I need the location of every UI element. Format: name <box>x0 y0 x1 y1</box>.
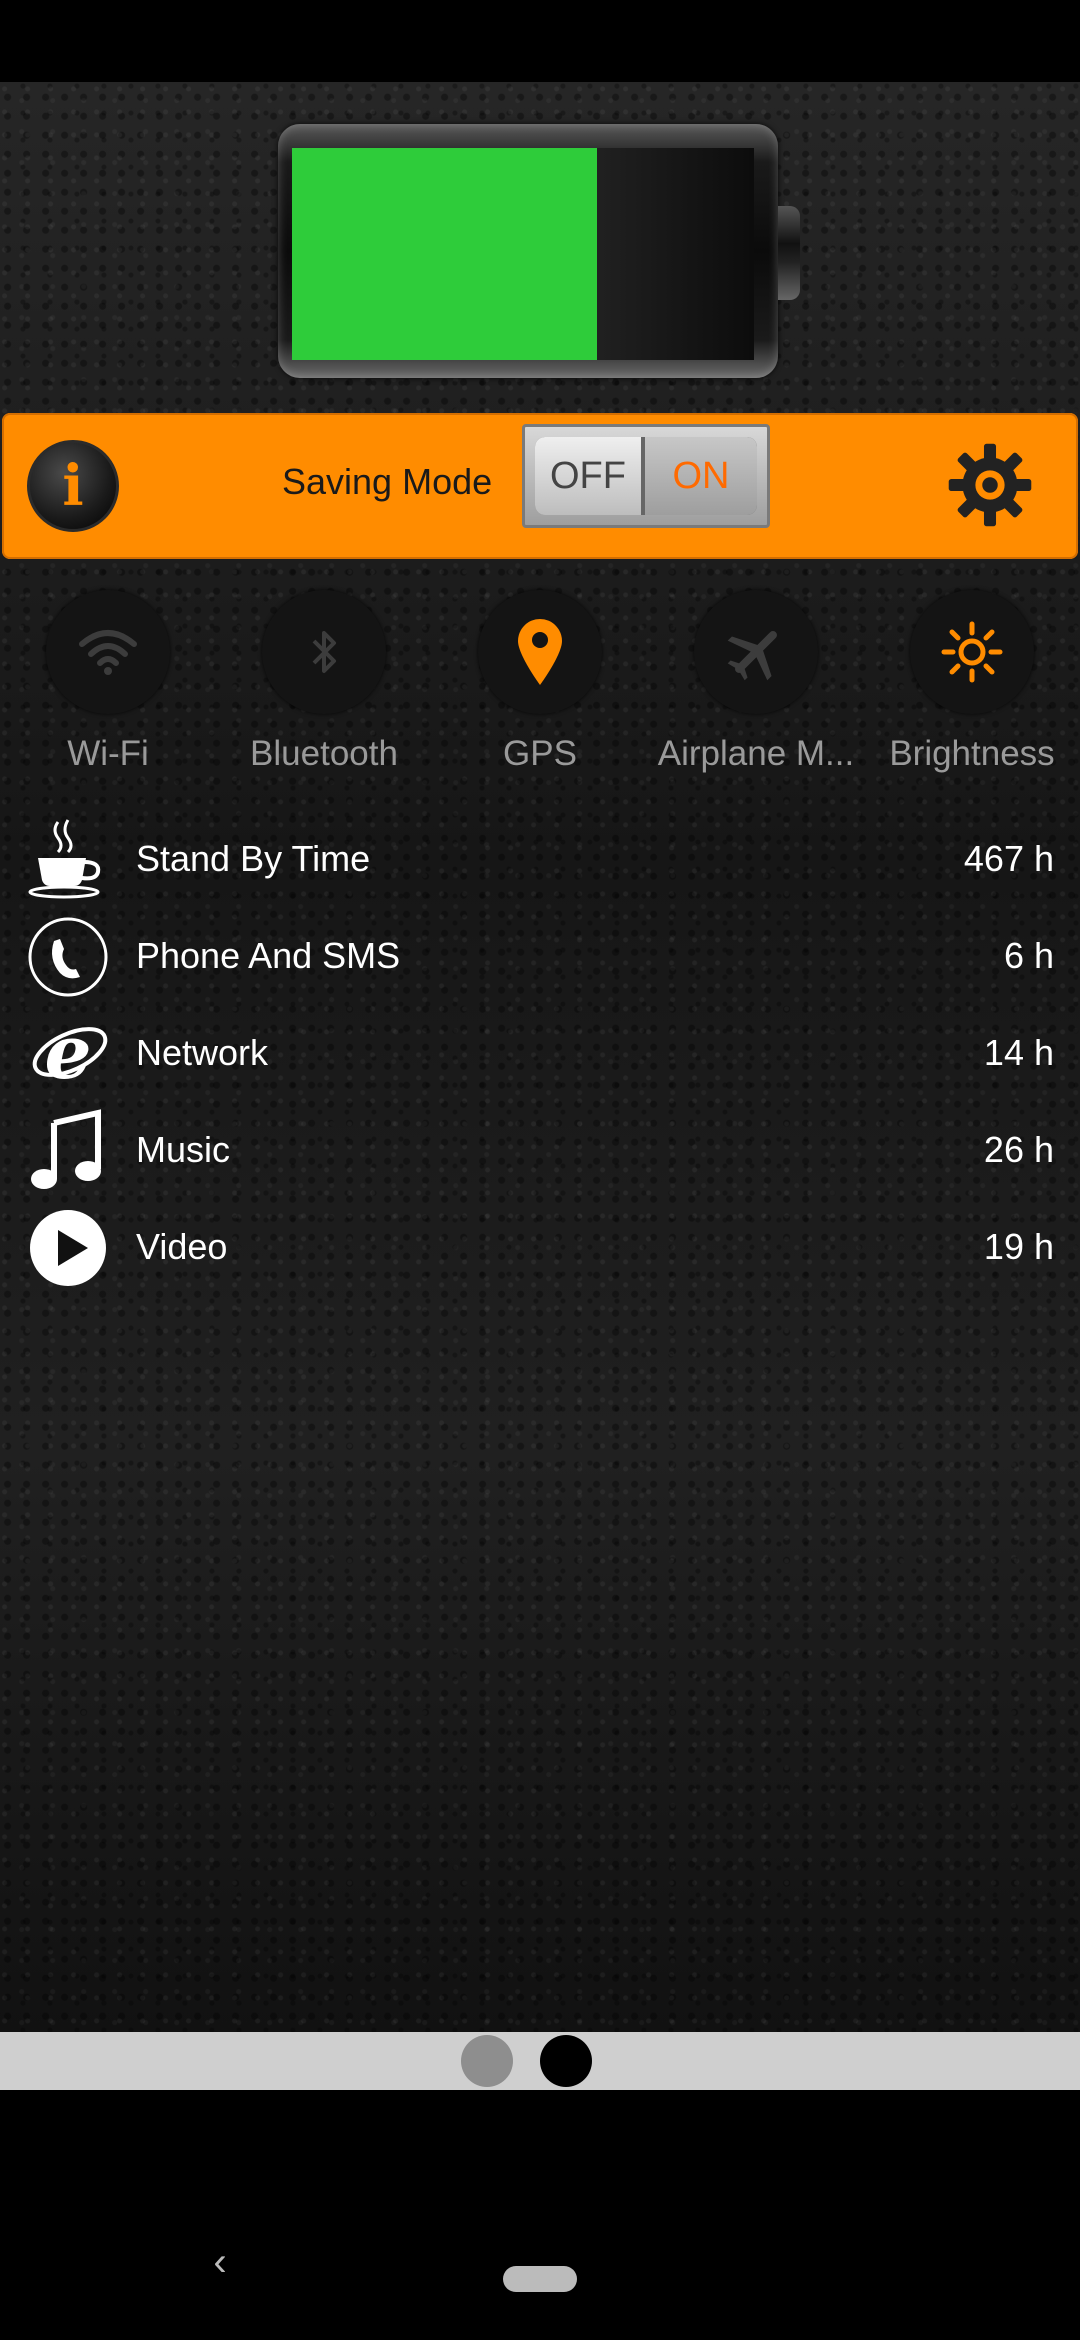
bluetooth-icon <box>262 590 386 714</box>
page-dot-1[interactable] <box>461 2035 513 2087</box>
quick-toggles-row: Wi-Fi Bluetooth GPS Airplane M... Bright… <box>0 586 1080 786</box>
gear-icon[interactable] <box>942 437 1038 533</box>
toggle-track: OFF ON <box>535 437 757 515</box>
coffee-cup-icon <box>24 816 112 904</box>
toggle-off-label: OFF <box>535 437 645 515</box>
usage-row-music[interactable]: Music 26 h <box>0 1103 1080 1200</box>
quick-toggle-label: Airplane M... <box>657 734 855 773</box>
sun-icon <box>910 590 1034 714</box>
quick-toggle-wifi[interactable]: Wi-Fi <box>0 586 216 786</box>
usage-value: 19 h <box>983 1226 1054 1267</box>
battery-track <box>292 148 754 360</box>
usage-value: 467 h <box>963 838 1054 879</box>
airplane-icon <box>694 590 818 714</box>
usage-value: 6 h <box>1003 935 1054 976</box>
system-navigation-bar: ‹ <box>0 2090 1080 2340</box>
screen: i Saving Mode OFF ON Wi-Fi Bluetooth GPS… <box>0 0 1080 2340</box>
quick-toggle-label: Bluetooth <box>250 734 398 773</box>
saving-mode-bar: i Saving Mode OFF ON <box>2 413 1078 559</box>
usage-label: Music <box>136 1129 231 1170</box>
quick-toggle-label: Brightness <box>889 734 1055 773</box>
toggle-on-label: ON <box>645 437 757 515</box>
usage-value: 14 h <box>983 1032 1054 1073</box>
location-pin-icon <box>478 590 602 714</box>
usage-label: Network <box>136 1032 269 1073</box>
saving-mode-toggle[interactable]: OFF ON <box>522 424 770 528</box>
quick-toggle-label: Wi-Fi <box>67 734 149 773</box>
usage-label: Stand By Time <box>136 838 371 879</box>
usage-value: 26 h <box>983 1129 1054 1170</box>
page-indicator-bar <box>0 2032 1080 2090</box>
battery-indicator <box>278 124 800 378</box>
quick-toggle-airplane[interactable]: Airplane M... <box>648 586 864 786</box>
svg-text:e: e <box>44 1012 91 1096</box>
battery-level-fill <box>292 148 597 360</box>
music-note-icon <box>24 1107 112 1195</box>
phone-icon <box>24 913 112 1001</box>
page-dot-2[interactable] <box>540 2035 592 2087</box>
usage-row-phone[interactable]: Phone And SMS 6 h <box>0 909 1080 1006</box>
quick-toggle-label: GPS <box>503 734 577 773</box>
play-icon <box>24 1204 112 1292</box>
usage-row-video[interactable]: Video 19 h <box>0 1200 1080 1297</box>
usage-row-network[interactable]: e Network 14 h <box>0 1006 1080 1103</box>
browser-e-icon: e <box>24 1010 112 1098</box>
quick-toggle-brightness[interactable]: Brightness <box>864 586 1080 786</box>
battery-body <box>278 124 778 378</box>
quick-toggle-bluetooth[interactable]: Bluetooth <box>216 586 432 786</box>
usage-label: Video <box>136 1226 228 1267</box>
leather-background: i Saving Mode OFF ON Wi-Fi Bluetooth GPS… <box>0 82 1080 2032</box>
info-icon[interactable]: i <box>27 440 119 532</box>
battery-terminal <box>778 206 800 300</box>
quick-toggle-gps[interactable]: GPS <box>432 586 648 786</box>
usage-row-standby[interactable]: Stand By Time 467 h <box>0 812 1080 909</box>
back-arrow-icon[interactable]: ‹ <box>200 2240 240 2284</box>
home-pill-button[interactable] <box>503 2266 577 2292</box>
status-bar <box>0 0 1080 82</box>
saving-mode-label: Saving Mode <box>282 461 493 502</box>
usage-label: Phone And SMS <box>136 935 401 976</box>
wifi-icon <box>46 590 170 714</box>
